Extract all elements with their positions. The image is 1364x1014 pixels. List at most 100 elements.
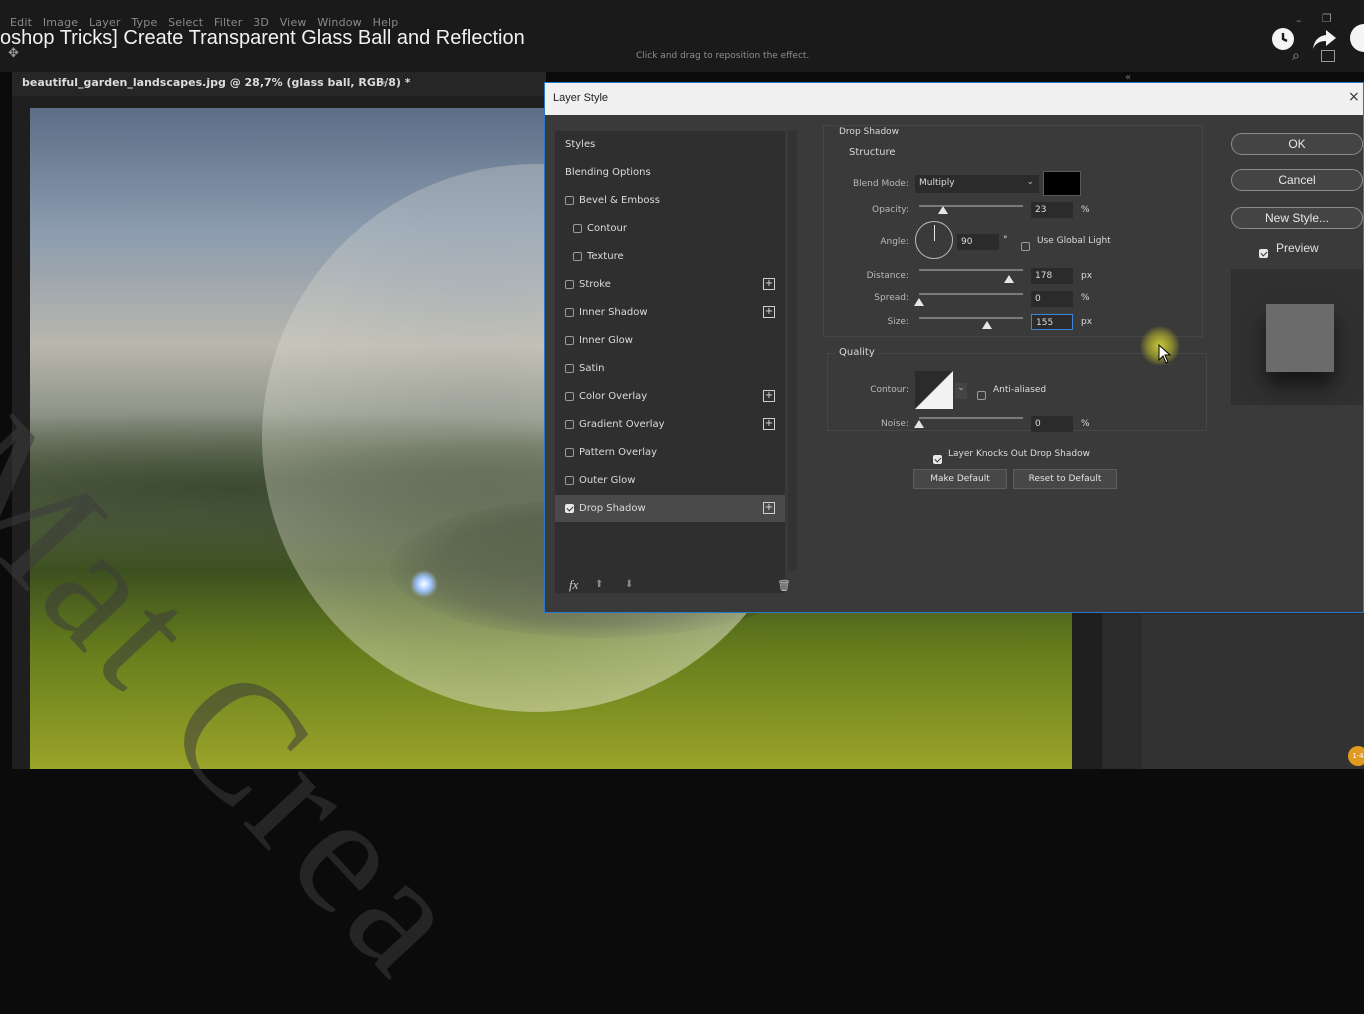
dialog-titlebar[interactable] — [545, 83, 1363, 115]
dialog-close-icon[interactable]: × — [1348, 89, 1360, 105]
distance-input[interactable]: 178 — [1031, 268, 1073, 284]
search-icon[interactable]: ⌕ — [1292, 48, 1300, 64]
add-style-plus-icon[interactable]: + — [763, 390, 775, 402]
style-item-stroke[interactable]: Stroke + — [555, 271, 785, 298]
styles-list-scrollbar[interactable] — [788, 131, 797, 571]
workspace-icon[interactable] — [1321, 50, 1335, 62]
style-item-styles[interactable]: Styles — [555, 131, 795, 158]
add-style-plus-icon[interactable]: + — [763, 306, 775, 318]
distance-unit: px — [1081, 271, 1093, 281]
style-item-checkbox[interactable] — [565, 196, 574, 205]
opacity-label: Opacity: — [872, 205, 909, 215]
add-style-plus-icon[interactable]: + — [763, 502, 775, 514]
style-item-satin[interactable]: Satin — [555, 355, 785, 382]
size-slider-thumb[interactable] — [981, 321, 992, 329]
reset-to-default-button[interactable]: Reset to Default — [1013, 469, 1117, 489]
style-item-inner-glow[interactable]: Inner Glow — [555, 327, 785, 354]
ok-button[interactable]: OK — [1231, 133, 1363, 155]
style-item-checkbox[interactable] — [565, 448, 574, 457]
style-item-checkbox[interactable] — [565, 308, 574, 317]
style-item-checkbox[interactable] — [565, 280, 574, 289]
spread-input[interactable]: 0 — [1031, 291, 1073, 307]
style-item-pattern-overlay[interactable]: Pattern Overlay — [555, 439, 785, 466]
style-item-label: Inner Glow — [579, 335, 633, 346]
size-unit: px — [1081, 317, 1093, 327]
style-item-outer-glow[interactable]: Outer Glow — [555, 467, 785, 494]
style-item-drop-shadow[interactable]: Drop Shadow + — [555, 495, 785, 522]
style-item-bevel-emboss[interactable]: Bevel & Emboss — [555, 187, 785, 214]
corner-badge[interactable]: 1·4 — [1348, 746, 1364, 766]
move-down-icon[interactable]: ⬇ — [625, 579, 633, 590]
style-item-label: Color Overlay — [579, 391, 648, 402]
anti-aliased-checkbox[interactable] — [977, 385, 986, 404]
style-item-gradient-overlay[interactable]: Gradient Overlay + — [555, 411, 785, 438]
noise-slider-thumb[interactable] — [914, 420, 924, 428]
restore-icon[interactable]: ❐ — [1322, 12, 1332, 25]
style-item-color-overlay[interactable]: Color Overlay + — [555, 383, 785, 410]
noise-unit: % — [1081, 419, 1090, 429]
fx-icon[interactable]: fx — [569, 577, 578, 593]
style-item-checkbox[interactable] — [565, 476, 574, 485]
angle-dial[interactable] — [915, 221, 953, 259]
use-global-light-checkbox[interactable] — [1021, 236, 1030, 255]
style-item-contour[interactable]: Contour — [555, 215, 785, 242]
angle-input[interactable]: 90 — [957, 234, 999, 250]
layer-knocks-out-checkbox[interactable] — [933, 449, 942, 468]
lens-flare — [410, 570, 438, 598]
opacity-slider-thumb[interactable] — [937, 206, 948, 214]
new-style-button[interactable]: New Style... — [1231, 207, 1363, 229]
distance-slider-thumb[interactable] — [1004, 275, 1015, 283]
chevron-down-icon: ⌄ — [1026, 177, 1034, 187]
style-item-checkbox[interactable] — [565, 336, 574, 345]
add-style-plus-icon[interactable]: + — [763, 418, 775, 430]
style-item-label: Contour — [587, 223, 627, 234]
style-item-checkbox[interactable] — [565, 420, 574, 429]
size-slider[interactable] — [919, 317, 1023, 319]
style-item-checkbox[interactable] — [573, 252, 582, 261]
document-tab-close-icon[interactable]: × — [380, 76, 389, 89]
preview-checkbox[interactable] — [1259, 243, 1268, 262]
spread-label: Spread: — [874, 293, 909, 303]
style-item-checkbox[interactable] — [573, 224, 582, 233]
shadow-color-swatch[interactable] — [1043, 171, 1081, 196]
noise-label: Noise: — [881, 419, 909, 429]
drop-shadow-section-title: Drop Shadow — [839, 127, 900, 137]
structure-title: Structure — [849, 147, 896, 158]
make-default-button[interactable]: Make Default — [913, 469, 1007, 489]
preview-label: Preview — [1276, 241, 1319, 255]
style-item-inner-shadow[interactable]: Inner Shadow + — [555, 299, 785, 326]
distance-slider[interactable] — [919, 269, 1023, 271]
style-item-blending-options[interactable]: Blending Options — [555, 159, 795, 186]
preview-swatch — [1266, 304, 1334, 372]
style-item-checkbox[interactable] — [565, 392, 574, 401]
noise-slider[interactable] — [919, 417, 1023, 419]
size-input[interactable]: 155 — [1031, 314, 1073, 330]
noise-input[interactable]: 0 — [1031, 416, 1073, 432]
style-item-label: Outer Glow — [579, 475, 636, 486]
style-item-texture[interactable]: Texture — [555, 243, 785, 270]
document-tab[interactable]: beautiful_garden_landscapes.jpg @ 28,7% … — [22, 76, 411, 89]
size-label: Size: — [887, 317, 909, 327]
contour-preview[interactable] — [915, 371, 953, 409]
add-style-plus-icon[interactable]: + — [763, 278, 775, 290]
opacity-slider[interactable] — [919, 205, 1023, 207]
minimize-icon[interactable]: – — [1296, 14, 1302, 27]
distance-label: Distance: — [866, 271, 909, 281]
trash-icon[interactable]: 🗑 — [777, 579, 791, 592]
move-tool-icon[interactable]: ✥ — [8, 46, 19, 61]
style-item-checkbox[interactable] — [565, 504, 574, 513]
opacity-input[interactable]: 23 — [1031, 202, 1073, 218]
style-item-label: Bevel & Emboss — [579, 195, 660, 206]
style-item-checkbox[interactable] — [565, 364, 574, 373]
cancel-button[interactable]: Cancel — [1231, 169, 1363, 191]
spread-slider[interactable] — [919, 293, 1023, 295]
style-item-label: Pattern Overlay — [579, 447, 658, 458]
opacity-unit: % — [1081, 205, 1090, 215]
angle-unit: ° — [1003, 235, 1008, 245]
style-item-label: Inner Shadow — [579, 307, 648, 318]
blend-mode-select[interactable]: Multiply ⌄ — [915, 175, 1039, 193]
contour-dropdown-icon[interactable]: ⌄ — [955, 383, 967, 399]
move-up-icon[interactable]: ⬆ — [595, 579, 603, 590]
spread-slider-thumb[interactable] — [914, 298, 924, 306]
options-hint: Click and drag to reposition the effect. — [636, 51, 810, 61]
